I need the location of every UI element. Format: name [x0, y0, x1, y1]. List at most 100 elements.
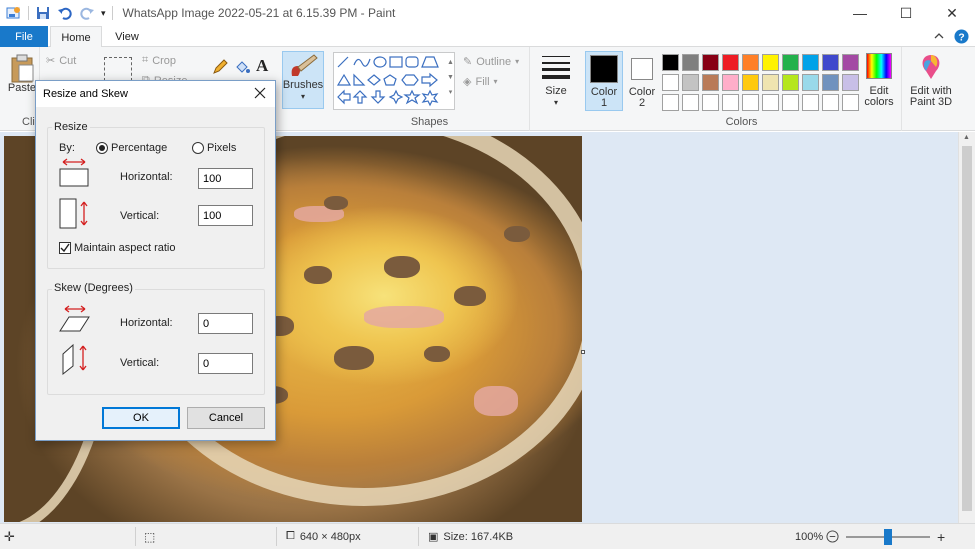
mushroom-piece	[454, 286, 486, 306]
checkmark-icon	[60, 243, 70, 253]
mushroom-piece	[424, 346, 450, 362]
shapes-group-label: Shapes	[410, 116, 449, 128]
file-size: ▣ Size: 167.4KB	[428, 524, 513, 549]
line-size-icon	[542, 56, 570, 79]
undo-icon[interactable]	[57, 5, 73, 21]
window-title: WhatsApp Image 2022-05-21 at 6.15.39 PM …	[122, 6, 396, 20]
file-size-text: Size: 167.4KB	[443, 530, 514, 543]
divider	[111, 6, 113, 20]
tab-view[interactable]: View	[104, 26, 150, 47]
ham-piece	[364, 306, 444, 328]
save-icon[interactable]	[35, 5, 51, 21]
status-bar: ✛ ⬚ ⧠ 640 × 480px ▣ Size: 167.4KB 100% +	[0, 523, 975, 549]
ok-button[interactable]: OK	[102, 407, 180, 429]
resize-skew-dialog: Resize and Skew Resize By: Percentage Pi…	[35, 80, 276, 441]
image-dimensions: ⧠ 640 × 480px	[286, 524, 361, 549]
resize-handle-right[interactable]	[581, 350, 585, 354]
maximize-button[interactable]: ☐	[883, 0, 929, 26]
percentage-radio[interactable]	[96, 142, 108, 154]
text-tool-icon[interactable]: A	[256, 56, 268, 76]
redo-icon[interactable]	[79, 5, 95, 21]
brushes-label: Brushes	[282, 79, 324, 91]
mushroom-piece	[334, 346, 374, 370]
crop-button[interactable]: ⌗ Crop	[142, 54, 176, 67]
brush-icon	[291, 54, 318, 76]
collapse-ribbon-icon[interactable]	[932, 29, 946, 43]
mushroom-piece	[384, 256, 420, 278]
horizontal-resize-icon	[59, 158, 89, 187]
ribbon-tabs: File Home View ?	[0, 26, 975, 48]
paint3d-label: Edit with Paint 3D	[909, 85, 953, 108]
dialog-title-bar: Resize and Skew	[36, 81, 275, 107]
help-icon[interactable]: ?	[954, 29, 969, 44]
shapes-group: Shapes	[330, 47, 530, 131]
vertical-resize-icon	[59, 198, 88, 229]
zoom-in-icon: +	[937, 528, 946, 545]
minimize-button[interactable]: —	[837, 0, 883, 26]
skew-horizontal-input[interactable]	[198, 313, 253, 334]
paste-button[interactable]: Paste	[6, 53, 38, 94]
quick-access-toolbar: ▾	[0, 0, 113, 26]
pixels-label[interactable]: Pixels	[207, 142, 236, 154]
colors-group-label: Colors	[725, 116, 758, 128]
crosshair-icon: ✛	[4, 528, 15, 544]
cursor-position: ✛	[4, 524, 15, 549]
dialog-title: Resize and Skew	[43, 88, 128, 100]
divider	[135, 527, 136, 546]
paste-icon	[11, 54, 34, 83]
pixels-radio[interactable]	[192, 142, 204, 154]
crop-icon: ⌗	[142, 54, 149, 66]
paint-app-icon[interactable]	[6, 5, 22, 21]
chevron-down-icon: ▾	[300, 92, 305, 101]
zoom-slider-thumb[interactable]	[884, 529, 892, 545]
dialog-close-icon[interactable]	[253, 86, 267, 100]
resize-vertical-input[interactable]	[198, 205, 253, 226]
edit-with-paint3d-button[interactable]: Edit with Paint 3D	[906, 53, 956, 108]
colors-group: Colors	[582, 47, 902, 131]
size-button[interactable]: Size ▾	[538, 53, 574, 108]
cut-button[interactable]: ✂ Cut	[46, 54, 76, 68]
title-bar: ▾ WhatsApp Image 2022-05-21 at 6.15.39 P…	[0, 0, 975, 26]
paste-label: Paste	[7, 82, 37, 94]
chevron-down-icon: ▾	[553, 98, 558, 107]
ham-piece	[474, 386, 518, 416]
vertical-scrollbar[interactable]: ▲	[958, 132, 975, 523]
pencil-icon[interactable]	[212, 59, 228, 78]
resize-horizontal-input[interactable]	[198, 168, 253, 189]
size-label: Size	[545, 85, 567, 97]
close-button[interactable]: ✕	[929, 0, 975, 26]
scissors-icon: ✂	[46, 55, 56, 67]
divider	[418, 527, 419, 546]
zoom-out-button[interactable]	[826, 524, 839, 549]
scroll-up-icon[interactable]: ▲	[963, 134, 970, 141]
mushroom-piece	[504, 226, 530, 242]
skew-vertical-label: Vertical:	[120, 357, 160, 369]
brushes-button[interactable]: Brushes ▾	[282, 51, 324, 109]
crop-label: Crop	[152, 54, 177, 67]
percentage-label[interactable]: Percentage	[111, 142, 167, 154]
selection-size: ⬚	[144, 524, 155, 549]
maintain-aspect-checkbox[interactable]	[59, 242, 71, 254]
tab-home[interactable]: Home	[50, 26, 102, 48]
paint3d-icon	[922, 55, 940, 79]
resize-legend: Resize	[52, 121, 90, 133]
resize-vertical-label: Vertical:	[120, 210, 160, 222]
mushroom-piece	[324, 196, 348, 210]
scrollbar-thumb[interactable]	[962, 146, 972, 511]
window-controls: — ☐ ✕	[837, 0, 975, 26]
fill-bucket-icon[interactable]	[234, 59, 250, 78]
cancel-button[interactable]: Cancel	[187, 407, 265, 429]
svg-text:?: ?	[958, 32, 964, 43]
zoom-out-icon	[826, 530, 839, 543]
tab-file[interactable]: File	[0, 26, 48, 47]
divider	[28, 6, 29, 20]
horizontal-skew-icon	[59, 305, 90, 332]
by-label: By:	[59, 142, 75, 154]
skew-horizontal-label: Horizontal:	[120, 317, 173, 329]
skew-vertical-input[interactable]	[198, 353, 253, 374]
select-icon[interactable]	[104, 57, 132, 81]
customize-quick-access-icon[interactable]: ▾	[101, 8, 106, 19]
zoom-in-button[interactable]: +	[937, 524, 945, 549]
maintain-aspect-label[interactable]: Maintain aspect ratio	[74, 242, 176, 254]
dimensions-text: 640 × 480px	[299, 530, 361, 543]
